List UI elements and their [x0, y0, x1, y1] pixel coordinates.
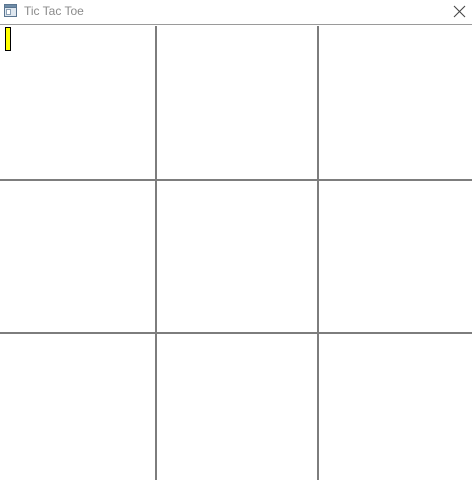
window-title: Tic Tac Toe	[24, 4, 84, 18]
focus-cursor	[5, 27, 11, 51]
board-cell-1-0[interactable]	[0, 181, 155, 332]
grid-line-horizontal-1	[0, 179, 472, 181]
close-icon	[453, 5, 466, 18]
board-cell-2-0[interactable]	[0, 334, 155, 480]
board-cell-1-1[interactable]	[157, 181, 317, 332]
grid-line-vertical-2	[317, 26, 319, 480]
close-button[interactable]	[448, 0, 472, 24]
title-bar[interactable]: Tic Tac Toe	[0, 0, 472, 25]
app-window-icon	[4, 4, 17, 17]
board-cell-0-2[interactable]	[319, 26, 472, 179]
board-cell-0-1[interactable]	[157, 26, 317, 179]
grid-line-vertical-1	[155, 26, 157, 480]
grid-line-horizontal-2	[0, 332, 472, 334]
app-window: Tic Tac Toe	[0, 0, 472, 480]
board-cell-2-2[interactable]	[319, 334, 472, 480]
game-board	[0, 26, 472, 480]
board-cell-0-0[interactable]	[0, 26, 155, 179]
board-cell-1-2[interactable]	[319, 181, 472, 332]
board-cell-2-1[interactable]	[157, 334, 317, 480]
